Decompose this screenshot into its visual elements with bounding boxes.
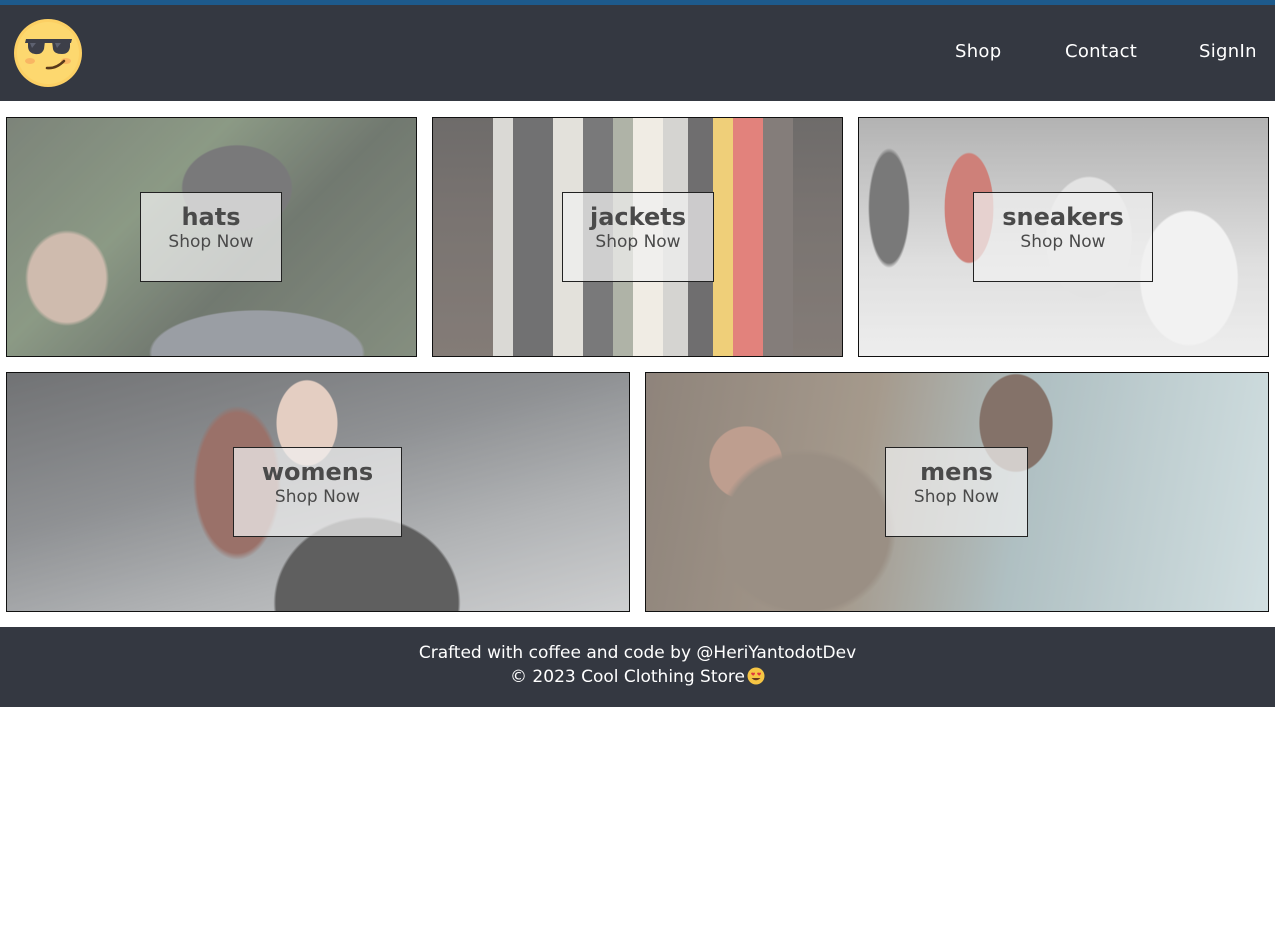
category-label-box: hats Shop Now [140, 192, 282, 282]
category-title: jackets [590, 203, 686, 231]
category-tile-hats[interactable]: hats Shop Now [6, 117, 417, 357]
category-tile-sneakers[interactable]: sneakers Shop Now [858, 117, 1269, 357]
nav-contact-link[interactable]: Contact [1065, 41, 1137, 62]
category-label-box: jackets Shop Now [562, 192, 714, 282]
shop-now-label: Shop Now [168, 232, 254, 252]
shop-now-label: Shop Now [1020, 232, 1106, 252]
category-tile-jackets[interactable]: jackets Shop Now [432, 117, 843, 357]
category-title: sneakers [1002, 203, 1124, 231]
nav-signin-link[interactable]: SignIn [1199, 41, 1257, 62]
category-tile-mens[interactable]: mens Shop Now [645, 372, 1269, 612]
category-label-box: sneakers Shop Now [973, 192, 1153, 282]
sunglasses-emoji-icon [14, 19, 82, 87]
category-title: hats [181, 203, 241, 231]
footer-credit: Crafted with coffee and code by @HeriYan… [418, 643, 857, 663]
category-title: mens [920, 458, 993, 486]
category-label-box: womens Shop Now [233, 447, 402, 537]
shop-now-label: Shop Now [595, 232, 681, 252]
nav-shop-link[interactable]: Shop [955, 41, 1001, 62]
category-label-box: mens Shop Now [885, 447, 1028, 537]
footer: Crafted with coffee and code by @HeriYan… [0, 627, 1275, 707]
navbar: Shop Contact SignIn [0, 5, 1275, 101]
category-tile-womens[interactable]: womens Shop Now [6, 372, 630, 612]
shop-now-label: Shop Now [913, 487, 1000, 507]
footer-copyright-row: © 2023 Cool Clothing Store [0, 667, 1275, 687]
heart-eyes-emoji-icon [747, 667, 765, 685]
category-title: womens [261, 458, 374, 486]
shop-now-label: Shop Now [274, 487, 361, 507]
footer-copyright: © 2023 Cool Clothing Store [510, 667, 745, 687]
